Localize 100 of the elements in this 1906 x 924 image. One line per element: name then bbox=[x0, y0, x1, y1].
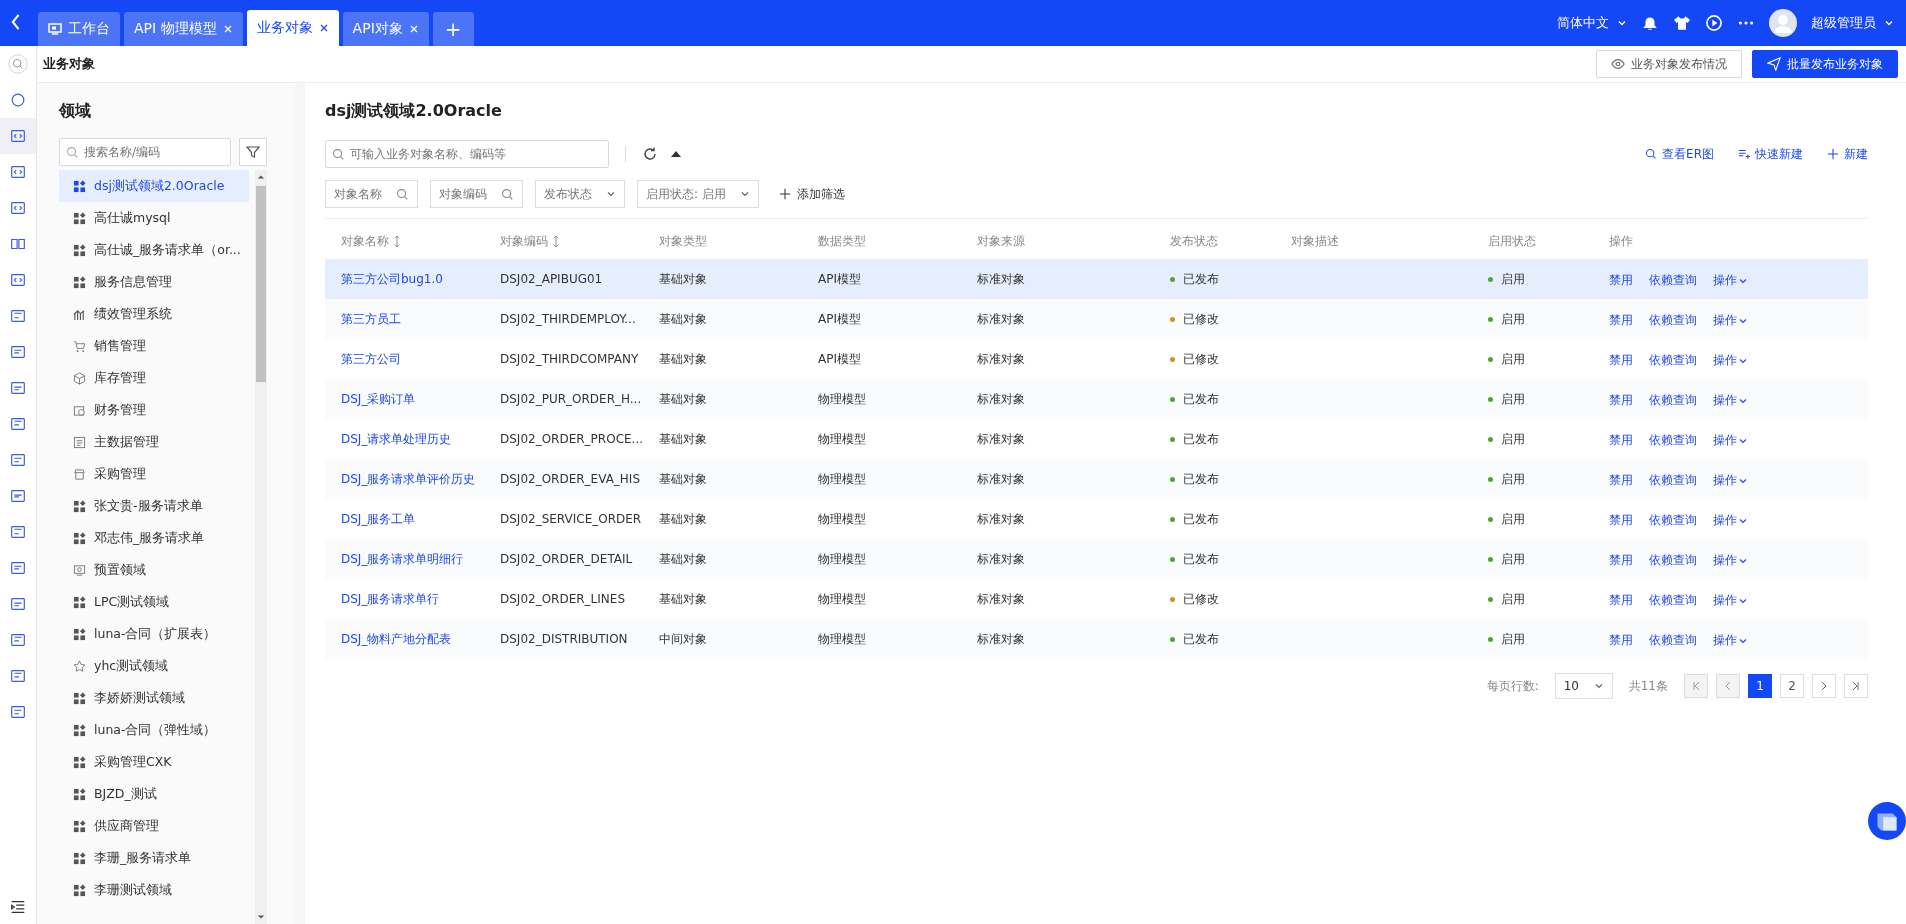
module-icon[interactable] bbox=[9, 163, 27, 181]
object-name-link[interactable]: DSJ_采购订单 bbox=[341, 391, 416, 406]
sort-icon[interactable] bbox=[393, 234, 401, 248]
domain-item[interactable]: yhc测试领域 bbox=[59, 650, 249, 682]
batch-publish-button[interactable]: 批量发布业务对象 bbox=[1752, 50, 1898, 78]
module-icon[interactable] bbox=[9, 667, 27, 685]
tab[interactable]: API 物理模型 bbox=[124, 12, 243, 46]
row-action-link[interactable]: 禁用 bbox=[1609, 632, 1633, 649]
domain-item[interactable]: 销售管理 bbox=[59, 330, 249, 362]
row-action-link[interactable]: 依赖查询 bbox=[1649, 392, 1697, 409]
module-icon[interactable] bbox=[9, 91, 27, 109]
row-action-link[interactable]: 依赖查询 bbox=[1649, 592, 1697, 609]
row-action-link[interactable]: 禁用 bbox=[1609, 432, 1633, 449]
domain-item[interactable]: 邓志伟_服务请求单 bbox=[59, 522, 249, 554]
row-action-link[interactable]: 依赖查询 bbox=[1649, 312, 1697, 329]
module-icon[interactable] bbox=[9, 271, 27, 289]
domain-item[interactable]: 李珊测试领域 bbox=[59, 874, 249, 906]
domain-item[interactable]: 高仕诚mysql bbox=[59, 202, 249, 234]
toolbar-link[interactable]: 快速新建 bbox=[1738, 145, 1803, 163]
toolbar-link[interactable]: 查看ER图 bbox=[1645, 145, 1714, 163]
table-row[interactable]: DSJ_服务请求单明细行 DSJ02_ORDER_DETAIL 基础对象 物理模型 标准对象 已发布 启用 禁用 依赖查询 操作 bbox=[325, 539, 1868, 579]
row-action-link[interactable]: 依赖查询 bbox=[1649, 552, 1697, 569]
language-selector[interactable]: 简体中文 bbox=[1557, 14, 1609, 32]
filter-field[interactable]: 对象编码 bbox=[430, 180, 523, 208]
domain-item[interactable]: 李珊_服务请求单 bbox=[59, 842, 249, 874]
module-icon[interactable] bbox=[9, 307, 27, 325]
refresh-icon[interactable] bbox=[642, 146, 658, 162]
module-icon[interactable] bbox=[9, 523, 27, 541]
row-action-link[interactable]: 依赖查询 bbox=[1649, 352, 1697, 369]
new-tab-button[interactable]: + bbox=[432, 12, 474, 46]
filter-field[interactable]: 对象名称 bbox=[325, 180, 418, 208]
domain-item[interactable]: LPC测试领域 bbox=[59, 586, 249, 618]
table-row[interactable]: DSJ_请求单处理历史 DSJ02_ORDER_PROCE... 基础对象 物理模型 标准对象 已发布 启用 禁用 依赖查询 操作 bbox=[325, 419, 1868, 459]
domain-item[interactable]: 张文贵-服务请求单 bbox=[59, 490, 249, 522]
table-row[interactable]: DSJ_服务请求单行 DSJ02_ORDER_LINES 基础对象 物理模型 标准对象 已修改 启用 禁用 依赖查询 操作 bbox=[325, 579, 1868, 619]
row-action-link[interactable]: 禁用 bbox=[1609, 552, 1633, 569]
page-button[interactable]: 2 bbox=[1780, 674, 1804, 698]
object-name-link[interactable]: DSJ_服务请求单行 bbox=[341, 591, 440, 606]
table-row[interactable]: 第三方员工 DSJ02_THIRDEMPLOY... 基础对象 API模型 标准对象 已修改 启用 禁用 依赖查询 操作 bbox=[325, 299, 1868, 339]
table-row[interactable]: DSJ_服务工单 DSJ02_SERVICE_ORDER 基础对象 物理模型 标准对象 已发布 启用 禁用 依赖查询 操作 bbox=[325, 499, 1868, 539]
module-icon[interactable] bbox=[9, 703, 27, 721]
domain-item[interactable]: 主数据管理 bbox=[59, 426, 249, 458]
filter-field[interactable]: 发布状态 bbox=[535, 180, 625, 208]
row-action-link[interactable]: 依赖查询 bbox=[1649, 512, 1697, 529]
search-field[interactable]: 可输入业务对象名称、编码等 bbox=[325, 140, 609, 168]
row-action-link[interactable]: 依赖查询 bbox=[1649, 632, 1697, 649]
row-action-link[interactable]: 操作 bbox=[1713, 472, 1748, 489]
row-action-link[interactable]: 操作 bbox=[1713, 512, 1748, 529]
scrollbar-thumb[interactable] bbox=[256, 186, 266, 382]
avatar-icon[interactable] bbox=[1769, 9, 1797, 37]
toolbar-link[interactable]: 新建 bbox=[1827, 145, 1868, 163]
tab[interactable]: 业务对象 bbox=[246, 10, 339, 46]
module-icon[interactable] bbox=[9, 595, 27, 613]
table-row[interactable]: 第三方公司 DSJ02_THIRDCOMPANY 基础对象 API模型 标准对象 已修改 启用 禁用 依赖查询 操作 bbox=[325, 339, 1868, 379]
module-icon[interactable] bbox=[9, 343, 27, 361]
domain-item[interactable]: luna-合同（弹性域） bbox=[59, 714, 249, 746]
row-action-link[interactable]: 操作 bbox=[1713, 272, 1748, 289]
row-action-link[interactable]: 操作 bbox=[1713, 432, 1748, 449]
sort-icon[interactable] bbox=[552, 234, 560, 248]
tab[interactable]: API对象 bbox=[342, 12, 429, 46]
module-icon[interactable] bbox=[9, 631, 27, 649]
scroll-up-icon[interactable] bbox=[257, 174, 265, 180]
row-action-link[interactable]: 禁用 bbox=[1609, 512, 1633, 529]
row-action-link[interactable]: 禁用 bbox=[1609, 592, 1633, 609]
table-row[interactable]: DSJ_物料产地分配表 DSJ02_DISTRIBUTION 中间对象 物理模型 标准对象 已发布 启用 禁用 依赖查询 操作 bbox=[325, 619, 1868, 659]
publish-status-button[interactable]: 业务对象发布情况 bbox=[1596, 50, 1742, 78]
user-name[interactable]: 超级管理员 bbox=[1811, 14, 1876, 32]
bell-icon[interactable] bbox=[1641, 14, 1659, 32]
domain-item[interactable]: 库存管理 bbox=[59, 362, 249, 394]
domain-item[interactable]: 高仕诚_服务请求单（or... bbox=[59, 234, 249, 266]
object-name-link[interactable]: 第三方员工 bbox=[341, 311, 401, 326]
row-action-link[interactable]: 操作 bbox=[1713, 632, 1748, 649]
domain-item[interactable]: 供应商管理 bbox=[59, 810, 249, 842]
row-action-link[interactable]: 禁用 bbox=[1609, 392, 1633, 409]
row-action-link[interactable]: 依赖查询 bbox=[1649, 432, 1697, 449]
table-row[interactable]: 第三方公司bug1.0 DSJ02_APIBUG01 基础对象 API模型 标准对象 已发布 启用 禁用 依赖查询 操作 bbox=[325, 259, 1868, 299]
table-row[interactable]: DSJ_采购订单 DSJ02_PUR_ORDER_H... 基础对象 物理模型 标准对象 已发布 启用 禁用 依赖查询 操作 bbox=[325, 379, 1868, 419]
domain-item[interactable]: dsj测试领域2.0Oracle bbox=[59, 170, 249, 202]
row-action-link[interactable]: 操作 bbox=[1713, 392, 1748, 409]
table-row[interactable]: DSJ_服务请求单评价历史 DSJ02_ORDER_EVA_HIS 基础对象 物理模型 标准对象 已发布 启用 禁用 依赖查询 操作 bbox=[325, 459, 1868, 499]
domain-item[interactable]: BJZD_测试 bbox=[59, 778, 249, 810]
row-action-link[interactable]: 禁用 bbox=[1609, 472, 1633, 489]
row-action-link[interactable]: 依赖查询 bbox=[1649, 272, 1697, 289]
module-icon[interactable] bbox=[9, 127, 27, 145]
search-field[interactable]: 搜索名称/编码 bbox=[59, 138, 231, 166]
domain-item[interactable]: luna-合同（扩展表） bbox=[59, 618, 249, 650]
tab[interactable]: 工作台 bbox=[38, 12, 120, 46]
domain-item[interactable]: 绩效管理系统 bbox=[59, 298, 249, 330]
object-name-link[interactable]: 第三方公司 bbox=[341, 351, 401, 366]
module-icon[interactable] bbox=[9, 379, 27, 397]
row-action-link[interactable]: 操作 bbox=[1713, 312, 1748, 329]
module-icon[interactable] bbox=[9, 451, 27, 469]
assistant-icon[interactable] bbox=[1868, 802, 1906, 840]
row-action-link[interactable]: 禁用 bbox=[1609, 352, 1633, 369]
scroll-down-icon[interactable] bbox=[257, 914, 265, 920]
menu-collapse-icon[interactable] bbox=[9, 898, 27, 916]
module-icon[interactable] bbox=[9, 199, 27, 217]
close-icon[interactable] bbox=[318, 23, 329, 33]
object-name-link[interactable]: DSJ_服务工单 bbox=[341, 511, 416, 526]
row-action-link[interactable]: 禁用 bbox=[1609, 272, 1633, 289]
